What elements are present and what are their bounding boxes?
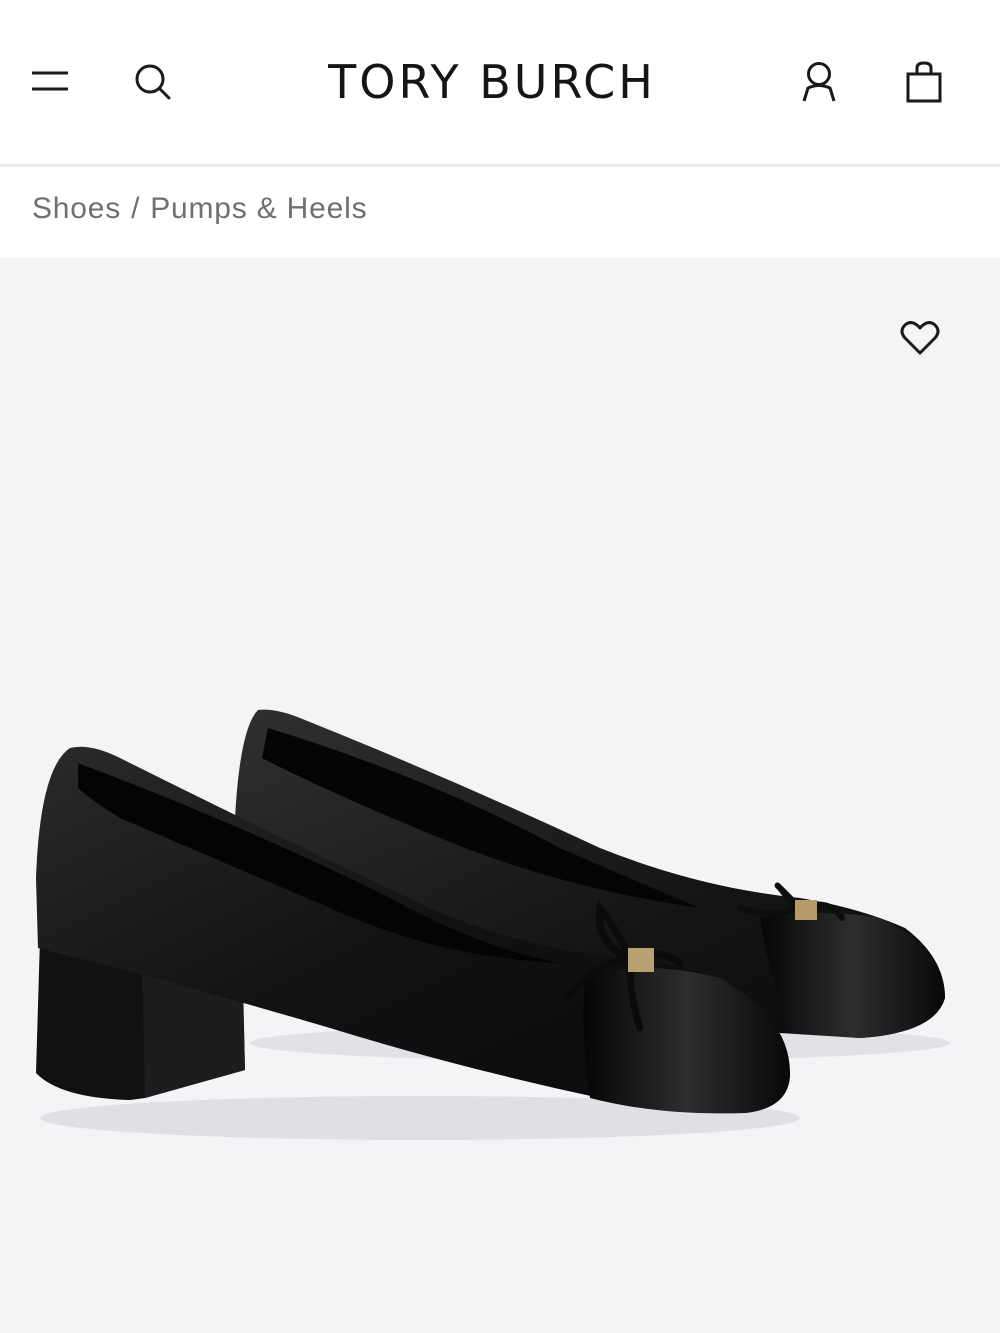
- breadcrumb-separator: /: [131, 192, 141, 225]
- breadcrumb-item-pumps-heels[interactable]: Pumps & Heels: [150, 192, 367, 226]
- heart-icon: [900, 321, 940, 355]
- wishlist-button[interactable]: [888, 308, 952, 368]
- search-button[interactable]: [121, 50, 185, 114]
- search-icon: [135, 64, 171, 100]
- hamburger-menu-icon: [32, 71, 68, 91]
- account-button[interactable]: [787, 50, 851, 114]
- site-header: TORY BURCH: [0, 0, 1000, 167]
- shopping-bag-button[interactable]: [892, 50, 956, 114]
- menu-button[interactable]: [18, 50, 82, 114]
- shopping-bag-icon: [906, 61, 942, 103]
- account-icon: [802, 62, 836, 102]
- product-image[interactable]: [0, 258, 1000, 1333]
- breadcrumb: Shoes / Pumps & Heels: [32, 186, 367, 232]
- brand-logo[interactable]: TORY BURCH: [250, 52, 734, 112]
- breadcrumb-item-shoes[interactable]: Shoes: [32, 192, 121, 226]
